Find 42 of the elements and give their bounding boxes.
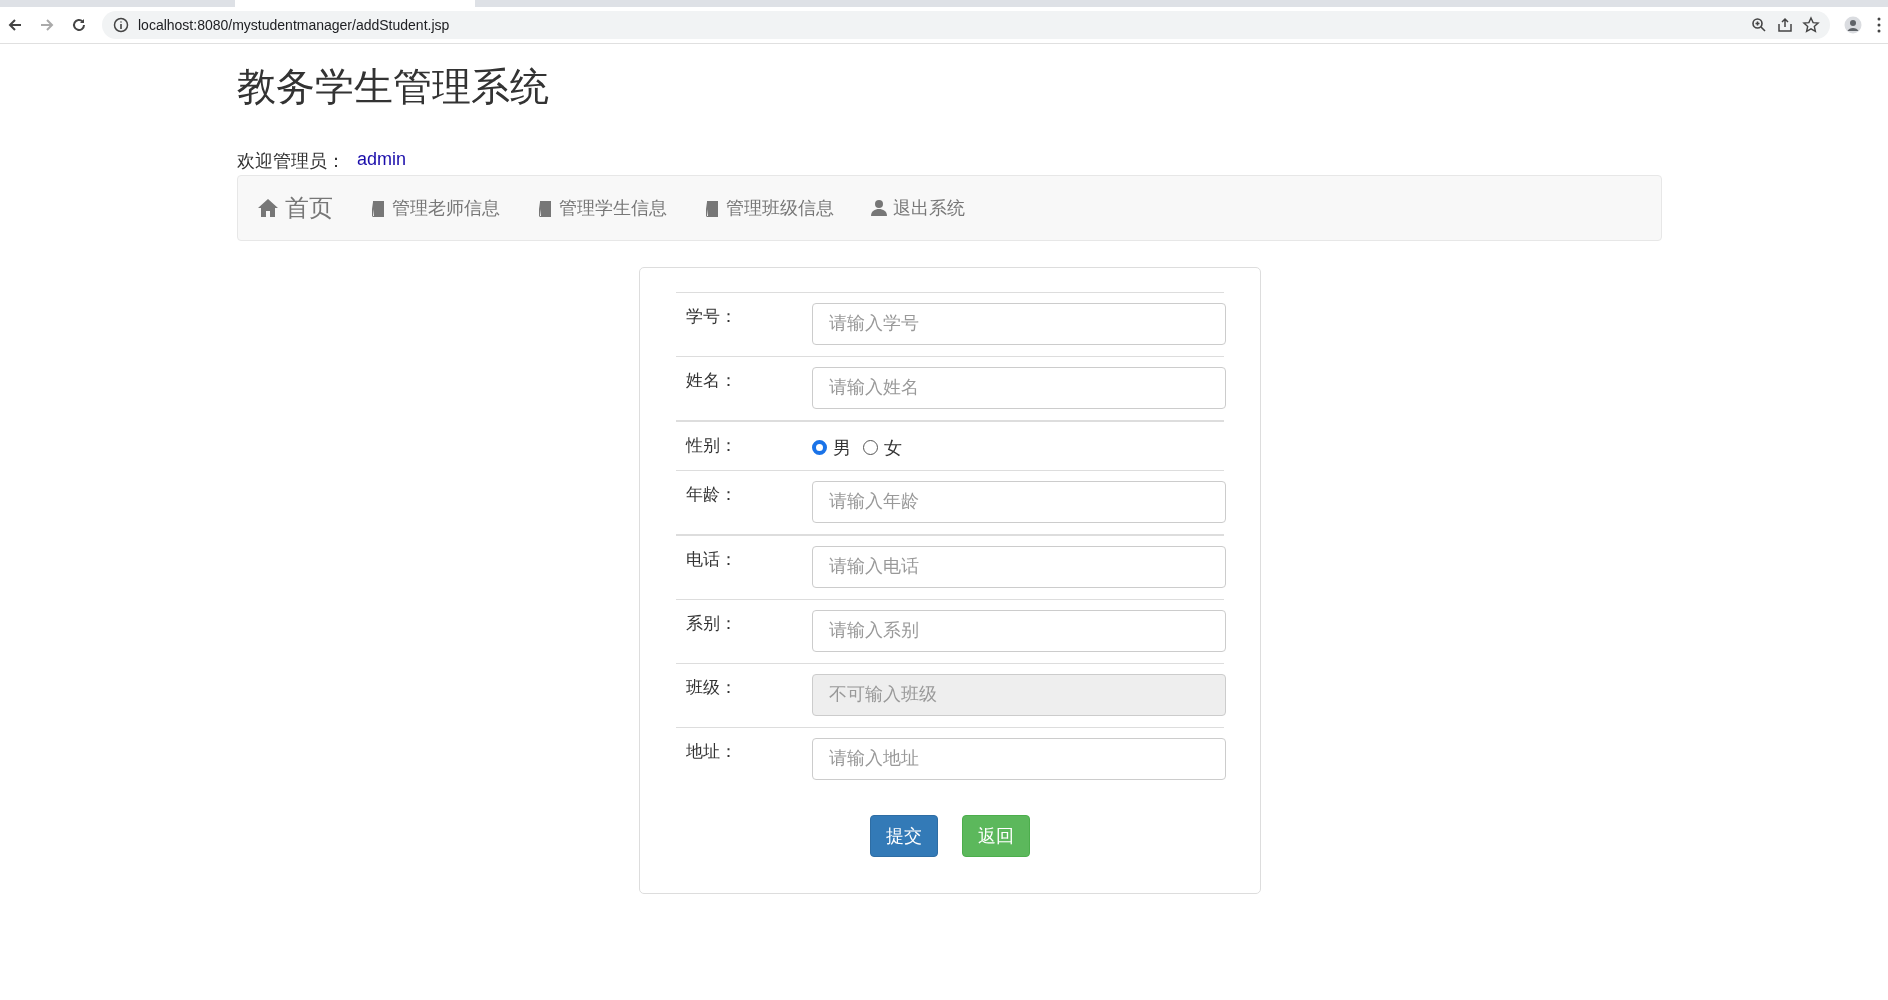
input-field[interactable]: 请输入电话	[811, 545, 1226, 588]
input-field[interactable]: 请输入姓名	[811, 366, 1226, 409]
field-label: 姓名：	[685, 369, 738, 392]
page-title: 教务学生管理系统	[237, 64, 550, 110]
reload-icon[interactable]	[70, 16, 88, 34]
back-button[interactable]: 返回	[961, 814, 1030, 857]
input-field[interactable]: 请输入年龄	[811, 480, 1226, 523]
field-label: 电话：	[685, 548, 738, 571]
nav-link[interactable]: 首页	[256, 191, 333, 224]
book-icon	[536, 198, 554, 217]
nav-link[interactable]: 管理老师信息	[369, 195, 500, 220]
zoom-icon[interactable]	[1750, 16, 1768, 34]
radio-button[interactable]	[811, 440, 827, 456]
share-icon[interactable]	[1776, 16, 1794, 34]
profile-icon[interactable]	[1844, 16, 1862, 34]
welcome-label: 欢迎管理员：	[237, 149, 345, 173]
input-field[interactable]: 请输入地址	[811, 737, 1226, 780]
user-icon	[870, 198, 888, 217]
nav-link[interactable]: 退出系统	[870, 195, 965, 220]
field-label: 性别：	[685, 434, 738, 457]
field-label: 地址：	[685, 740, 738, 763]
book-icon	[703, 198, 721, 217]
disabled-input-field: 不可输入班级	[811, 673, 1226, 716]
radio-button[interactable]	[862, 440, 878, 456]
more-icon[interactable]	[1876, 16, 1882, 34]
field-label: 班级：	[685, 676, 738, 699]
field-label: 年龄：	[685, 483, 738, 506]
address-bar[interactable]: localhost:8080/mystudentmanager/addStudent.jsp	[102, 11, 1830, 39]
radio-label: 男	[832, 436, 851, 460]
star-icon[interactable]	[1802, 16, 1820, 34]
submit-button[interactable]: 提交	[869, 814, 938, 857]
url-text: localhost:8080/mystudentmanager/addStudent.jsp	[138, 17, 450, 33]
input-field[interactable]: 请输入系别	[811, 609, 1226, 652]
info-icon[interactable]	[112, 16, 130, 34]
admin-link[interactable]: admin	[357, 148, 407, 173]
radio-label: 女	[883, 436, 902, 460]
field-label: 学号：	[685, 305, 738, 328]
field-label: 系别：	[685, 612, 738, 635]
input-field[interactable]: 请输入学号	[811, 302, 1226, 345]
nav-link[interactable]: 管理班级信息	[703, 195, 834, 220]
nav-link[interactable]: 管理学生信息	[536, 195, 667, 220]
book-icon	[369, 198, 387, 217]
